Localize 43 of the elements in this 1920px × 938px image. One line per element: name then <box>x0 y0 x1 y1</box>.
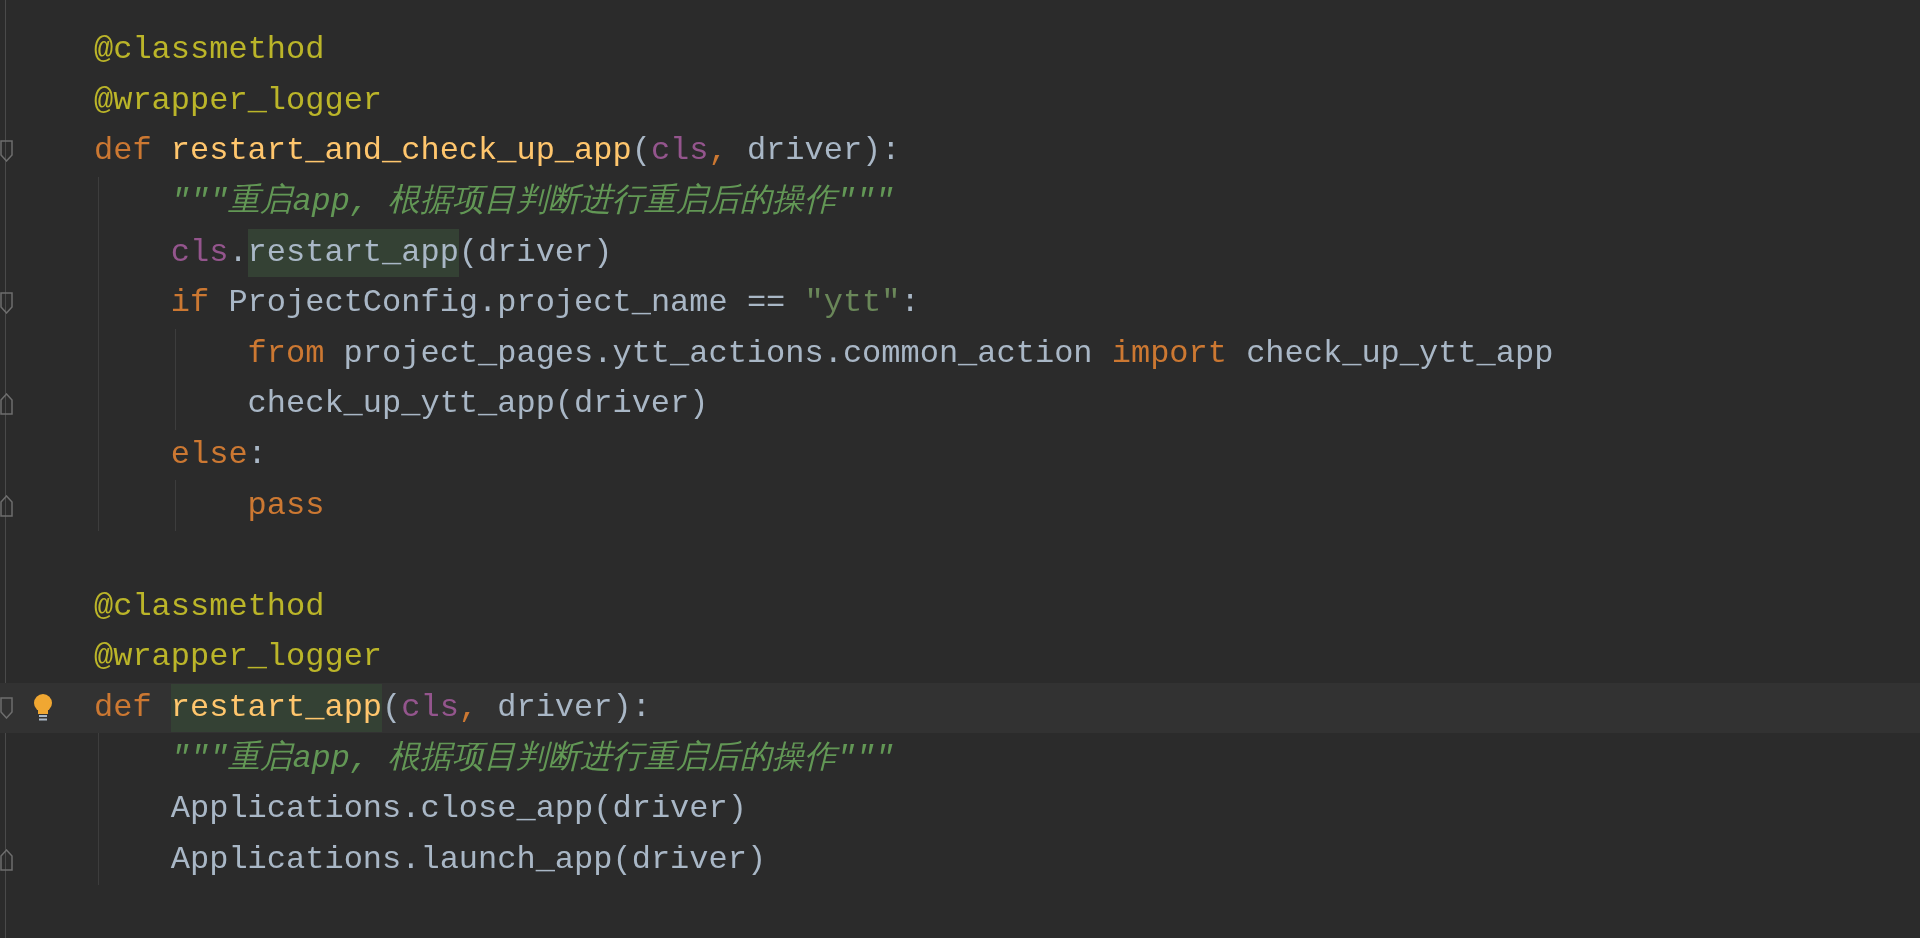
code-text: check_up_ytt_app <box>1245 333 1554 374</box>
keyword: pass <box>247 485 325 526</box>
decorator: @classmethod <box>94 30 325 71</box>
code-text: (driver) <box>458 232 613 273</box>
decorator: @classmethod <box>94 586 325 627</box>
fold-end-icon[interactable] <box>0 393 14 416</box>
function-name: restart_app <box>170 684 383 732</box>
keyword: def <box>94 688 152 728</box>
fold-start-icon[interactable] <box>0 697 14 719</box>
keyword: if <box>170 283 210 324</box>
code-text: driver): <box>496 688 651 728</box>
fold-end-icon[interactable] <box>0 494 14 517</box>
code-text: check_up_ytt_app(driver) <box>247 384 709 425</box>
code-text: . <box>228 232 248 273</box>
code-text: Applications.launch_app(driver) <box>170 839 767 880</box>
code-text: ( <box>382 688 402 728</box>
code-text: : <box>247 435 267 476</box>
code-text: : <box>900 283 920 324</box>
fold-start-icon[interactable] <box>0 140 14 163</box>
decorator: @wrapper_logger <box>94 80 383 121</box>
docstring: """重启app, 根据项目判断进行重启后的操作""" <box>170 182 895 223</box>
lightbulb-icon[interactable] <box>33 694 53 722</box>
fold-end-icon[interactable] <box>0 848 14 871</box>
docstring: """重启app, 根据项目判断进行重启后的操作""" <box>170 738 895 779</box>
code-text: Applications.close_app(driver) <box>170 789 747 830</box>
function-name: restart_and_check_up_app <box>170 131 632 172</box>
cls-parameter: cls <box>401 688 459 728</box>
code-text: ( <box>631 131 651 172</box>
string-literal: "ytt" <box>804 283 901 324</box>
cls-parameter: cls <box>170 232 229 273</box>
keyword: , <box>708 131 728 172</box>
code-text: ProjectConfig.project_name == <box>227 283 787 324</box>
keyword: else <box>170 435 248 476</box>
cls-parameter: cls <box>650 131 709 172</box>
keyword: , <box>458 688 479 728</box>
code-text: restart_app <box>247 228 459 277</box>
keyword: import <box>1111 333 1227 374</box>
keyword: def <box>94 131 152 172</box>
code-text: driver): <box>745 131 901 172</box>
code-text: project_pages.ytt_actions.common_action <box>342 333 1094 374</box>
decorator: @wrapper_logger <box>94 637 383 678</box>
fold-start-icon[interactable] <box>0 292 14 315</box>
keyword: from <box>247 333 325 374</box>
